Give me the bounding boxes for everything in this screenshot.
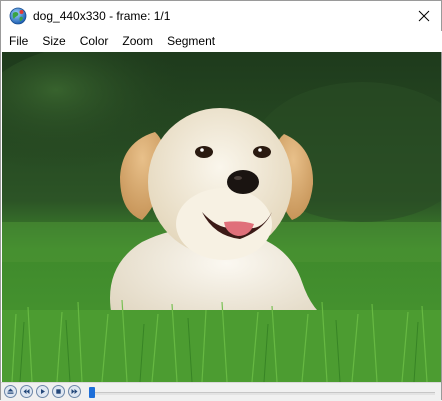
- menu-file[interactable]: File: [2, 31, 35, 52]
- fast-forward-icon[interactable]: [68, 385, 81, 398]
- menu-segment[interactable]: Segment: [160, 31, 222, 52]
- image-viewport[interactable]: [2, 52, 441, 382]
- window-title: dog_440x330 - frame: 1/1: [33, 9, 171, 23]
- title-bar[interactable]: dog_440x330 - frame: 1/1: [1, 1, 441, 31]
- playback-controls: [1, 382, 441, 400]
- menu-color[interactable]: Color: [73, 31, 116, 52]
- rewind-icon[interactable]: [20, 385, 33, 398]
- frame-slider-thumb[interactable]: [89, 387, 95, 398]
- globe-app-icon: [9, 7, 27, 25]
- frame-slider-track[interactable]: [91, 392, 435, 395]
- puppy-photo: [2, 52, 441, 382]
- close-button[interactable]: [407, 1, 441, 31]
- stop-icon[interactable]: [52, 385, 65, 398]
- menu-bar: File Size Color Zoom Segment: [1, 31, 442, 52]
- play-icon[interactable]: [36, 385, 49, 398]
- close-icon: [418, 10, 430, 22]
- viewer-window: dog_440x330 - frame: 1/1 File Size Color…: [0, 0, 442, 400]
- eject-icon[interactable]: [4, 385, 17, 398]
- menu-size[interactable]: Size: [35, 31, 72, 52]
- menu-zoom[interactable]: Zoom: [115, 31, 160, 52]
